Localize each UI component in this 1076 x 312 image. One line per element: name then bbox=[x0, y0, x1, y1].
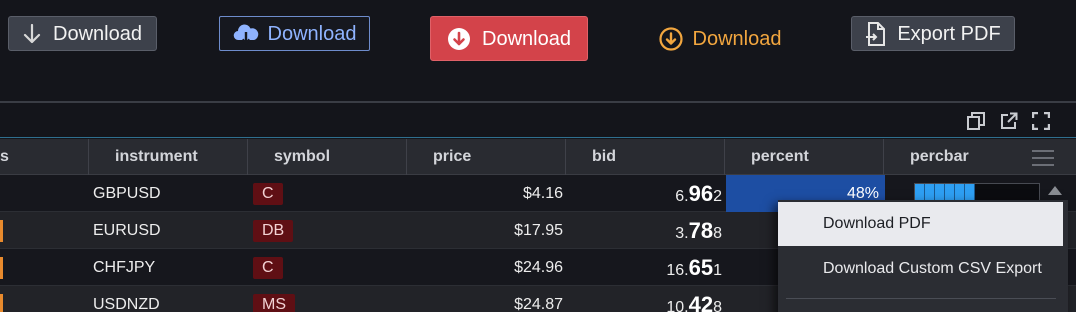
column-header[interactable]: percent bbox=[724, 139, 883, 175]
column-header[interactable]: s bbox=[0, 139, 88, 175]
column-menu-icon[interactable] bbox=[1032, 150, 1054, 166]
bid-value: 16.651 bbox=[666, 254, 722, 280]
bid-value: 10.428 bbox=[666, 291, 722, 312]
bid-cell: 16.651 bbox=[565, 249, 722, 286]
symbol-tag: C bbox=[253, 182, 283, 205]
row-flag bbox=[0, 294, 3, 312]
download-button-outline[interactable]: Download bbox=[219, 16, 370, 51]
symbol-tag: DB bbox=[253, 219, 294, 242]
menu-divider bbox=[786, 298, 1056, 299]
price-cell: $24.96 bbox=[514, 258, 563, 276]
panel-divider bbox=[0, 101, 1076, 103]
scroll-up-arrow-icon[interactable] bbox=[1048, 186, 1062, 195]
circle-arrow-down-outline-icon bbox=[658, 26, 683, 51]
row-flag bbox=[0, 220, 3, 242]
export-pdf-label: Export PDF bbox=[897, 22, 1001, 45]
column-header[interactable]: instrument bbox=[88, 139, 247, 175]
file-export-icon bbox=[866, 21, 886, 46]
symbol-tag: C bbox=[253, 256, 283, 279]
price-cell: $17.95 bbox=[514, 221, 563, 239]
instrument-cell: CHFJPY bbox=[93, 258, 156, 276]
circle-arrow-down-icon bbox=[448, 27, 471, 50]
download-button-red[interactable]: Download bbox=[430, 16, 588, 61]
bid-value: 6.962 bbox=[675, 180, 722, 206]
open-external-icon[interactable] bbox=[1000, 112, 1018, 130]
symbol-cell: C bbox=[253, 175, 283, 212]
download-button-label: Download bbox=[692, 27, 782, 50]
download-button-label: Download bbox=[53, 22, 142, 45]
bid-cell: 10.428 bbox=[565, 286, 722, 312]
cloud-download-icon bbox=[233, 24, 258, 45]
symbol-tag: MS bbox=[253, 293, 295, 312]
instrument-cell: EURUSD bbox=[93, 221, 161, 239]
restore-window-icon[interactable] bbox=[966, 111, 986, 131]
bid-cell: 6.962 bbox=[565, 175, 722, 212]
row-flag bbox=[0, 257, 3, 279]
bid-value: 3.788 bbox=[675, 217, 722, 243]
column-header[interactable]: symbol bbox=[247, 139, 406, 175]
menu-item-download-csv[interactable]: Download Custom CSV Export bbox=[778, 247, 1063, 291]
grid-header: s instrument symbol price bid percent pe… bbox=[0, 139, 1076, 175]
column-header[interactable]: bid bbox=[565, 139, 724, 175]
export-pdf-button[interactable]: Export PDF bbox=[851, 16, 1015, 51]
symbol-cell: DB bbox=[253, 212, 294, 249]
fullscreen-icon[interactable] bbox=[1032, 112, 1050, 130]
instrument-cell: GBPUSD bbox=[93, 184, 161, 202]
price-cell: $24.87 bbox=[514, 295, 563, 312]
price-cell: $4.16 bbox=[522, 184, 563, 202]
download-button-orange[interactable]: Download bbox=[650, 16, 790, 61]
column-header[interactable]: price bbox=[406, 139, 565, 175]
symbol-cell: C bbox=[253, 249, 283, 286]
download-button-label: Download bbox=[267, 22, 357, 45]
instrument-cell: USDNZD bbox=[93, 295, 160, 312]
symbol-cell: MS bbox=[253, 286, 295, 312]
panel-accent-line bbox=[0, 137, 1076, 138]
download-button-label: Download bbox=[482, 27, 571, 50]
panel-toolbar bbox=[966, 110, 1050, 132]
bid-cell: 3.788 bbox=[565, 212, 722, 249]
menu-item-download-pdf[interactable]: Download PDF bbox=[778, 202, 1063, 246]
download-button-gray[interactable]: Download bbox=[8, 16, 157, 51]
context-menu: Download PDF Download Custom CSV Export bbox=[778, 200, 1068, 312]
arrow-down-icon bbox=[23, 23, 41, 43]
